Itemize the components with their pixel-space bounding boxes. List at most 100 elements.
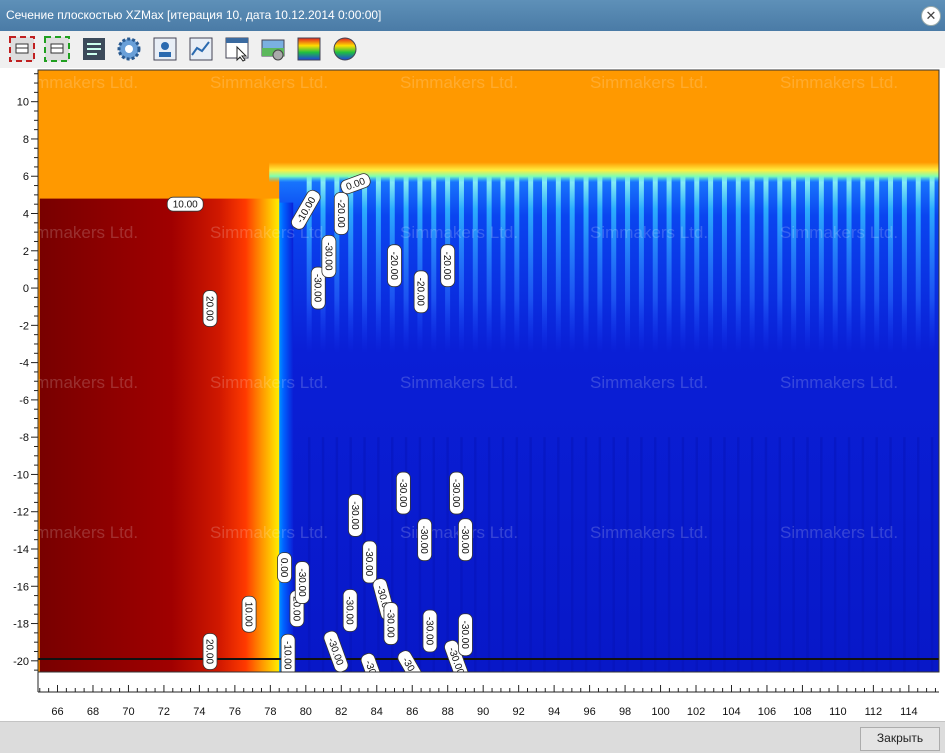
freezing-stripe-deep	[820, 437, 823, 672]
freezing-stripe-deep	[750, 437, 754, 672]
watermark-text: Simmakers Ltd.	[780, 373, 898, 392]
temperature-field-chart[interactable]: Simmakers Ltd. Simmakers Ltd. Simmakers Lt…	[0, 68, 945, 721]
freezing-stripe	[403, 176, 409, 449]
freezing-stripe	[528, 176, 534, 449]
x-tick-label: 94	[548, 706, 560, 718]
freezing-stripe-deep	[515, 437, 519, 672]
palette-icon[interactable]	[295, 35, 323, 63]
freezing-stripe	[486, 176, 492, 449]
isotherm-label: -20.00	[413, 270, 429, 314]
x-tick-label: 92	[513, 706, 525, 718]
list-settings-icon[interactable]	[80, 35, 108, 63]
freezing-stripe-deep	[626, 437, 629, 672]
isotherm-label-text: 20.00	[204, 639, 215, 664]
freezing-stripe-deep	[543, 437, 546, 672]
x-tick-label: 86	[406, 706, 418, 718]
isotherm-label-text: -10.00	[282, 641, 293, 670]
watermark-text: Simmakers Ltd.	[400, 673, 518, 692]
freezing-stripe-deep	[598, 437, 602, 672]
freezing-stripe	[874, 176, 880, 449]
freezing-stripe-deep	[695, 437, 698, 672]
isotherm-label: -20.00	[440, 244, 456, 288]
watermark-text: Simmakers Ltd.	[590, 223, 708, 242]
chart-icon[interactable]	[187, 35, 215, 63]
freezing-stripe	[901, 176, 907, 449]
sphere-icon[interactable]	[331, 35, 359, 63]
freezing-stripe	[348, 176, 354, 449]
close-icon[interactable]: ✕	[921, 6, 941, 26]
isotherm-label-text: -20.00	[441, 252, 452, 281]
freezing-stripe	[362, 176, 368, 449]
isotherm-label-text: -30.00	[397, 479, 408, 508]
freezing-stripe	[555, 176, 561, 449]
freezing-stripe-deep	[487, 437, 491, 672]
freezing-stripe	[500, 176, 506, 449]
isotherm-label-text: 10.00	[243, 602, 254, 627]
toolbar	[0, 31, 945, 69]
freezing-stripe-deep	[681, 437, 685, 672]
y-tick-label: -14	[13, 544, 29, 556]
freezing-stripe	[929, 176, 935, 449]
isotherm-label: -30.00	[362, 540, 378, 584]
freezing-stripe-deep	[737, 437, 740, 672]
freezing-stripe	[389, 176, 395, 449]
freezing-stripe	[735, 176, 741, 449]
frame-red-icon[interactable]	[8, 35, 36, 63]
freezing-stripe-deep	[570, 437, 574, 672]
freezing-stripe	[445, 176, 451, 449]
title-bar: Сечение плоскостью XZMax [итерация 10, д…	[0, 0, 945, 31]
freezing-stripe	[888, 176, 894, 449]
x-tick-label: 68	[87, 706, 99, 718]
watermark-text: Simmakers Ltd.	[210, 523, 328, 542]
gear-icon[interactable]	[115, 35, 143, 63]
watermark-text: Simmakers Ltd.	[210, 373, 328, 392]
freezing-stripe-deep	[889, 437, 892, 672]
freezing-stripe-deep	[654, 437, 657, 672]
isotherm-label-text: -30.00	[363, 548, 374, 577]
isotherm-label-text: -20.00	[388, 252, 399, 281]
isotherm-label: -30.00	[383, 602, 399, 645]
isotherm-label-text: -20.00	[415, 278, 426, 307]
y-tick-label: -16	[13, 581, 29, 593]
watermark-text: Simmakers Ltd.	[780, 673, 898, 692]
watermark-text: Simmakers Ltd.	[590, 523, 708, 542]
cross-section-plot[interactable]: Simmakers Ltd. Simmakers Ltd. Simmakers Lt…	[0, 68, 945, 721]
freezing-stripe	[458, 176, 464, 449]
freezing-stripe-deep	[778, 437, 782, 672]
freezing-stripe-deep	[377, 437, 380, 672]
freezing-stripe	[763, 176, 769, 449]
y-tick-label: -20	[13, 656, 29, 668]
freezing-stripe-deep	[875, 437, 878, 672]
freezing-stripe	[514, 176, 520, 449]
y-tick-label: 0	[23, 283, 29, 295]
y-tick-label: -6	[19, 395, 29, 407]
y-tick-label: 8	[23, 134, 29, 146]
freezing-stripe	[791, 176, 797, 449]
freezing-stripe-deep	[349, 437, 352, 672]
profile-icon[interactable]	[151, 35, 179, 63]
freezing-stripe	[597, 176, 603, 449]
isotherm-label: -30.00	[417, 518, 433, 562]
freezing-stripe-deep	[474, 437, 477, 672]
freezing-stripe	[542, 176, 548, 449]
footer-bar: Закрыть	[0, 721, 945, 753]
frame-green-icon[interactable]	[43, 35, 71, 63]
x-tick-label: 88	[442, 706, 454, 718]
layer-settings-icon[interactable]	[259, 35, 287, 63]
y-tick-label: -10	[13, 469, 29, 481]
y-tick-label: 4	[23, 209, 29, 221]
freezing-stripe-deep	[806, 437, 809, 672]
cursor-window-icon[interactable]	[223, 35, 251, 63]
x-tick-label: 76	[229, 706, 241, 718]
isotherm-label-text: -30.00	[459, 621, 470, 650]
freezing-stripe-deep	[709, 437, 712, 672]
close-button[interactable]: Закрыть	[860, 727, 940, 751]
isotherm-label: -20.00	[333, 192, 349, 235]
x-tick-label: 100	[651, 706, 669, 718]
freezing-stripe	[320, 176, 326, 449]
freezing-stripe	[721, 176, 727, 449]
isotherm-label: -30.00	[449, 471, 464, 515]
watermark-text: Simmakers Ltd.	[590, 73, 708, 92]
freezing-stripe	[846, 176, 852, 449]
isotherm-label: 0.00	[277, 552, 292, 584]
